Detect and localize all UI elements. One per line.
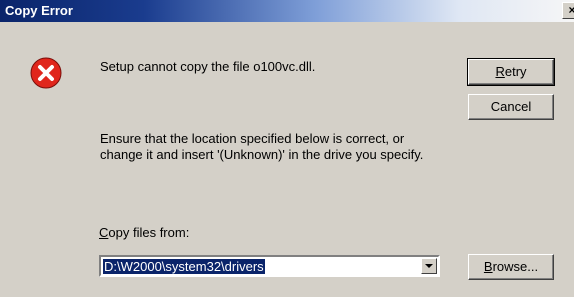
retry-mnemonic: R xyxy=(495,64,505,79)
copy-from-label-text: opy files from: xyxy=(108,225,190,240)
close-button[interactable]: × xyxy=(562,2,574,19)
window-title: Copy Error xyxy=(5,3,73,18)
cancel-button[interactable]: Cancel xyxy=(468,94,554,120)
instruction-text: Ensure that the location specified below… xyxy=(100,131,424,162)
copy-from-combobox[interactable]: D:\W2000\system32\drivers xyxy=(99,255,440,277)
retry-button[interactable]: Retry xyxy=(467,58,555,86)
copy-from-mnemonic: C xyxy=(99,225,109,240)
copy-from-input[interactable]: D:\W2000\system32\drivers xyxy=(103,259,265,274)
retry-label: etry xyxy=(504,64,527,79)
title-bar: Copy Error xyxy=(0,0,574,22)
browse-button[interactable]: Browse... xyxy=(468,254,554,280)
chevron-down-icon[interactable] xyxy=(421,258,437,274)
browse-label: rowse... xyxy=(492,259,539,274)
error-message: Setup cannot copy the file o100vc.dll. xyxy=(100,59,316,74)
copy-from-label: Copy files from: xyxy=(99,225,189,241)
browse-mnemonic: B xyxy=(483,259,493,274)
error-icon xyxy=(30,57,62,89)
